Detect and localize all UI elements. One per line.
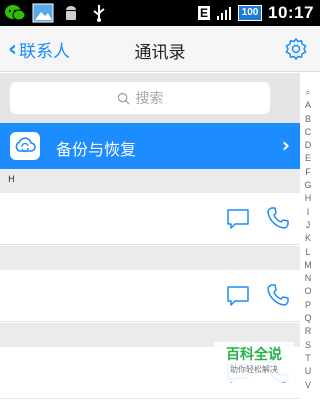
index-letter[interactable]: C bbox=[305, 126, 312, 139]
index-letter[interactable]: N bbox=[305, 272, 312, 285]
search-bar: 搜索 bbox=[0, 73, 300, 123]
wechat-icon bbox=[5, 5, 26, 21]
index-letter[interactable]: I bbox=[307, 206, 310, 219]
index-letter[interactable]: V bbox=[305, 379, 311, 392]
message-icon[interactable] bbox=[226, 285, 250, 307]
index-letter[interactable]: O bbox=[304, 285, 311, 298]
index-letter[interactable]: A bbox=[305, 99, 311, 112]
index-letter[interactable]: L bbox=[305, 246, 310, 259]
phone-icon[interactable] bbox=[266, 283, 290, 307]
index-letter[interactable]: P bbox=[305, 299, 311, 312]
search-placeholder: 搜索 bbox=[135, 91, 164, 107]
index-letter[interactable]: K bbox=[305, 232, 311, 245]
index-letter[interactable]: D bbox=[305, 139, 312, 152]
usb-icon bbox=[93, 5, 105, 22]
alphabet-index[interactable]: ⌕ A B C D E F G H I J K L M N O P Q R S T U V bbox=[300, 86, 316, 392]
index-letter[interactable]: S bbox=[305, 339, 311, 352]
index-letter[interactable]: T bbox=[305, 352, 311, 365]
watermark-logo: 百科全说 助你轻松解决 bbox=[214, 342, 294, 382]
battery-icon: 100 bbox=[238, 5, 263, 21]
network-type-icon: E bbox=[198, 6, 211, 20]
status-bar: E 100 10:17 bbox=[0, 0, 320, 26]
list-item[interactable] bbox=[0, 193, 300, 245]
index-letter[interactable]: J bbox=[306, 219, 311, 232]
index-letter[interactable]: E bbox=[305, 152, 311, 165]
android-icon bbox=[66, 6, 76, 20]
phone-icon[interactable] bbox=[266, 206, 290, 230]
chevron-right-icon: › bbox=[281, 133, 290, 157]
watermark-title: 百科全说 bbox=[226, 347, 282, 363]
index-letter[interactable]: F bbox=[305, 166, 311, 179]
gear-icon[interactable] bbox=[284, 37, 308, 61]
search-input[interactable]: 搜索 bbox=[10, 82, 270, 114]
search-icon bbox=[117, 92, 130, 105]
backup-restore-row[interactable]: 备份与恢复 › bbox=[0, 123, 300, 169]
index-letter[interactable]: B bbox=[305, 113, 311, 126]
watermark-subtitle: 助你轻松解决 bbox=[230, 365, 278, 374]
page-title: 通讯录 bbox=[134, 43, 186, 63]
status-left-icons bbox=[4, 2, 110, 24]
list-item[interactable] bbox=[0, 270, 300, 322]
row-separator bbox=[0, 246, 300, 270]
status-time: 10:17 bbox=[268, 3, 314, 22]
index-search-icon[interactable]: ⌕ bbox=[305, 86, 310, 99]
index-letter[interactable]: U bbox=[305, 365, 312, 378]
index-letter[interactable]: R bbox=[305, 325, 312, 338]
index-letter[interactable]: H bbox=[305, 192, 312, 205]
index-letter[interactable]: G bbox=[304, 179, 311, 192]
gallery-icon bbox=[32, 3, 54, 23]
message-icon[interactable] bbox=[226, 208, 250, 230]
index-letter[interactable]: Q bbox=[304, 312, 311, 325]
nav-bar: ‹ 联系人 通讯录 bbox=[0, 26, 320, 72]
signal-icon bbox=[217, 7, 232, 20]
cloud-sync-icon bbox=[10, 132, 40, 160]
section-letter: H bbox=[8, 175, 15, 185]
section-header: H bbox=[0, 169, 300, 193]
index-letter[interactable]: M bbox=[304, 259, 312, 272]
status-right-icons: E 100 10:17 bbox=[198, 0, 314, 26]
backup-label: 备份与恢复 bbox=[56, 140, 137, 159]
